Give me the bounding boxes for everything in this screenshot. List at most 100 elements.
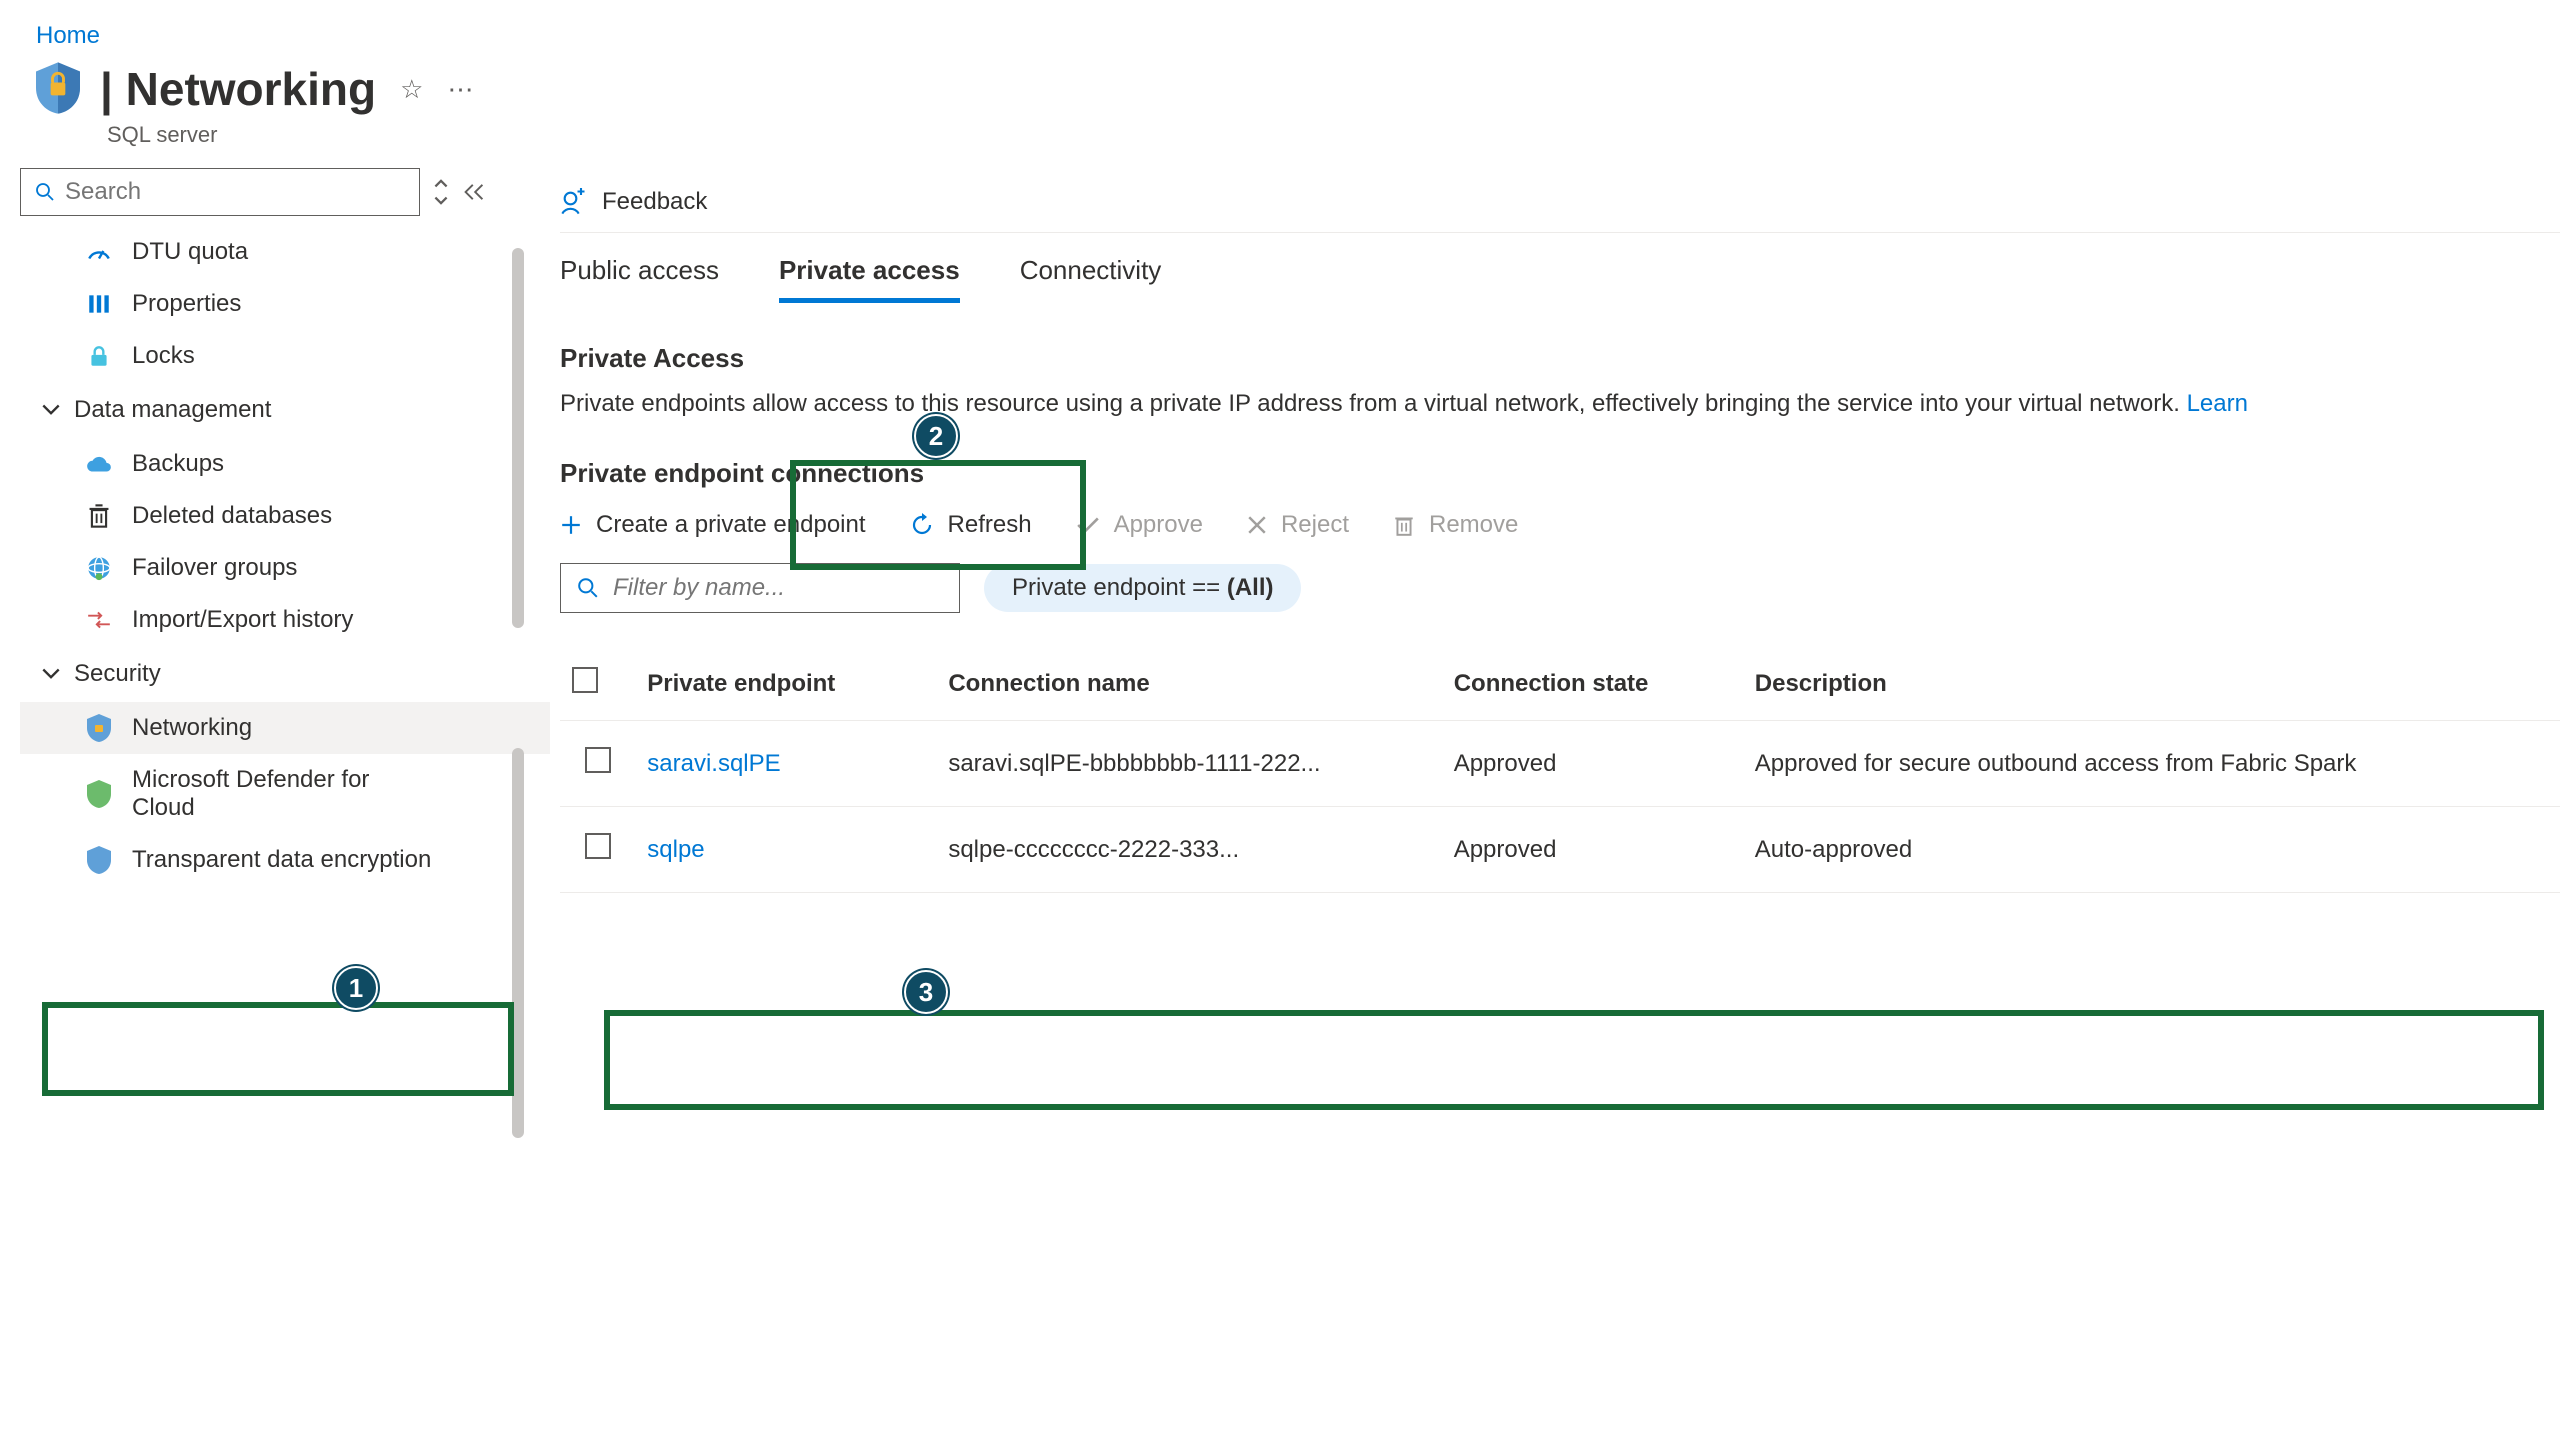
sidebar-item-label: Failover groups bbox=[132, 554, 297, 582]
sidebar-item-locks[interactable]: Locks bbox=[20, 330, 550, 382]
page-header: | Networking ☆ ⋯ bbox=[0, 62, 2560, 116]
lock-icon bbox=[84, 343, 114, 369]
table-row[interactable]: sqlpe sqlpe-cccccccc-2222-333... Approve… bbox=[560, 807, 2560, 893]
sidebar-item-label: Backups bbox=[132, 450, 224, 478]
plus-icon bbox=[560, 514, 582, 536]
table-header-description[interactable]: Description bbox=[1743, 647, 2560, 721]
chevron-down-icon bbox=[40, 404, 62, 416]
table-row[interactable]: saravi.sqlPE saravi.sqlPE-bbbbbbbb-1111-… bbox=[560, 721, 2560, 807]
check-icon bbox=[1076, 515, 1100, 535]
tabs: Public access Private access Connectivit… bbox=[560, 255, 2560, 303]
globe-icon bbox=[84, 555, 114, 581]
gauge-icon bbox=[84, 239, 114, 265]
approve-button[interactable]: Approve bbox=[1076, 511, 1203, 539]
annotation-box-1 bbox=[42, 1002, 514, 1096]
cloud-icon bbox=[84, 453, 114, 475]
subsection-title: Private endpoint connections bbox=[560, 458, 2560, 489]
pill-value: (All) bbox=[1227, 574, 1274, 601]
trash-icon bbox=[84, 503, 114, 529]
remove-button[interactable]: Remove bbox=[1393, 511, 1518, 539]
collapse-sidebar-icon[interactable] bbox=[462, 182, 486, 202]
private-endpoint-link[interactable]: sqlpe bbox=[647, 836, 704, 863]
sidebar-section-label: Data management bbox=[74, 396, 271, 424]
sidebar-item-label: Import/Export history bbox=[132, 606, 353, 634]
content-toolbar: Feedback bbox=[560, 188, 2560, 233]
row-checkbox[interactable] bbox=[585, 833, 611, 859]
table-header-connection-state[interactable]: Connection state bbox=[1442, 647, 1743, 721]
sidebar-item-properties[interactable]: Properties bbox=[20, 278, 550, 330]
annotation-box-3 bbox=[604, 1010, 2544, 1110]
connection-name-cell: sqlpe-cccccccc-2222-333... bbox=[936, 807, 1441, 893]
shield-icon bbox=[84, 714, 114, 742]
sidebar-search[interactable] bbox=[20, 168, 420, 216]
search-icon bbox=[35, 182, 55, 202]
sidebar-item-tde[interactable]: Transparent data encryption bbox=[20, 834, 550, 886]
row-checkbox[interactable] bbox=[585, 747, 611, 773]
annotation-badge-3: 3 bbox=[904, 970, 948, 1014]
more-actions-icon[interactable]: ⋯ bbox=[447, 74, 475, 105]
action-label: Refresh bbox=[948, 511, 1032, 539]
defender-icon bbox=[84, 780, 114, 808]
section-title: Private Access bbox=[560, 343, 2560, 374]
section-description: Private endpoints allow access to this r… bbox=[560, 390, 2560, 418]
trash-icon bbox=[1393, 513, 1415, 537]
sidebar-item-failover-groups[interactable]: Failover groups bbox=[20, 542, 550, 594]
private-endpoint-link[interactable]: saravi.sqlPE bbox=[647, 750, 780, 777]
sidebar-section-security[interactable]: Security bbox=[20, 646, 550, 702]
feedback-icon bbox=[560, 188, 588, 216]
sidebar-item-label: Locks bbox=[132, 342, 195, 370]
resource-type-label: SQL server bbox=[3, 122, 2560, 148]
action-label: Approve bbox=[1114, 511, 1203, 539]
breadcrumb-home-link[interactable]: Home bbox=[36, 22, 100, 49]
sidebar-item-backups[interactable]: Backups bbox=[20, 438, 550, 490]
feedback-button[interactable]: Feedback bbox=[560, 188, 707, 216]
properties-icon bbox=[84, 291, 114, 317]
refresh-icon bbox=[910, 513, 934, 537]
sidebar-item-label: Deleted databases bbox=[132, 502, 332, 530]
table-header-private-endpoint[interactable]: Private endpoint bbox=[635, 647, 936, 721]
refresh-button[interactable]: Refresh bbox=[910, 511, 1032, 539]
tab-private-access[interactable]: Private access bbox=[779, 255, 960, 303]
tde-shield-icon bbox=[84, 846, 114, 874]
learn-more-link[interactable]: Learn bbox=[2187, 390, 2248, 417]
checkbox-icon[interactable] bbox=[572, 667, 598, 693]
tab-public-access[interactable]: Public access bbox=[560, 255, 719, 303]
sidebar-search-input[interactable] bbox=[65, 178, 405, 206]
sidebar-item-deleted-databases[interactable]: Deleted databases bbox=[20, 490, 550, 542]
private-endpoints-table: Private endpoint Connection name Connect… bbox=[560, 647, 2560, 893]
sidebar-section-label: Security bbox=[74, 660, 161, 688]
annotation-badge-1: 1 bbox=[334, 966, 378, 1010]
connection-state-cell: Approved bbox=[1442, 807, 1743, 893]
sidebar-item-label: Properties bbox=[132, 290, 241, 318]
filter-pill[interactable]: Private endpoint == (All) bbox=[984, 564, 1301, 612]
expand-collapse-icon[interactable] bbox=[432, 178, 450, 206]
sidebar-section-data-management[interactable]: Data management bbox=[20, 382, 550, 438]
sidebar-item-label: Networking bbox=[132, 714, 252, 742]
sidebar-scrollbar[interactable] bbox=[512, 748, 524, 1138]
action-label: Create a private endpoint bbox=[596, 511, 866, 539]
reject-button[interactable]: Reject bbox=[1247, 511, 1349, 539]
main-content: Feedback Public access Private access Co… bbox=[550, 168, 2560, 893]
table-header-checkbox[interactable] bbox=[560, 647, 635, 721]
chevron-down-icon bbox=[40, 668, 62, 680]
sidebar-item-defender[interactable]: Microsoft Defender for Cloud bbox=[20, 754, 550, 834]
sidebar-scrollbar[interactable] bbox=[512, 248, 524, 628]
sidebar: DTU quota Properties Locks Data manageme… bbox=[0, 168, 550, 893]
import-export-icon bbox=[84, 609, 114, 631]
sidebar-item-label: Microsoft Defender for Cloud bbox=[132, 766, 432, 822]
breadcrumb: Home bbox=[0, 0, 2560, 62]
search-icon bbox=[577, 577, 599, 599]
table-header-connection-name[interactable]: Connection name bbox=[936, 647, 1441, 721]
sidebar-item-import-export[interactable]: Import/Export history bbox=[20, 594, 550, 646]
sidebar-item-label: Transparent data encryption bbox=[132, 846, 431, 874]
page-title: | Networking bbox=[100, 62, 376, 116]
action-label: Remove bbox=[1429, 511, 1518, 539]
filter-input-box[interactable] bbox=[560, 563, 960, 613]
sidebar-item-dtu-quota[interactable]: DTU quota bbox=[20, 226, 550, 278]
action-label: Reject bbox=[1281, 511, 1349, 539]
filter-input[interactable] bbox=[613, 574, 943, 602]
favorite-star-icon[interactable]: ☆ bbox=[400, 74, 423, 105]
tab-connectivity[interactable]: Connectivity bbox=[1020, 255, 1162, 303]
create-private-endpoint-button[interactable]: Create a private endpoint bbox=[560, 511, 866, 539]
sidebar-item-networking[interactable]: Networking bbox=[20, 702, 550, 754]
